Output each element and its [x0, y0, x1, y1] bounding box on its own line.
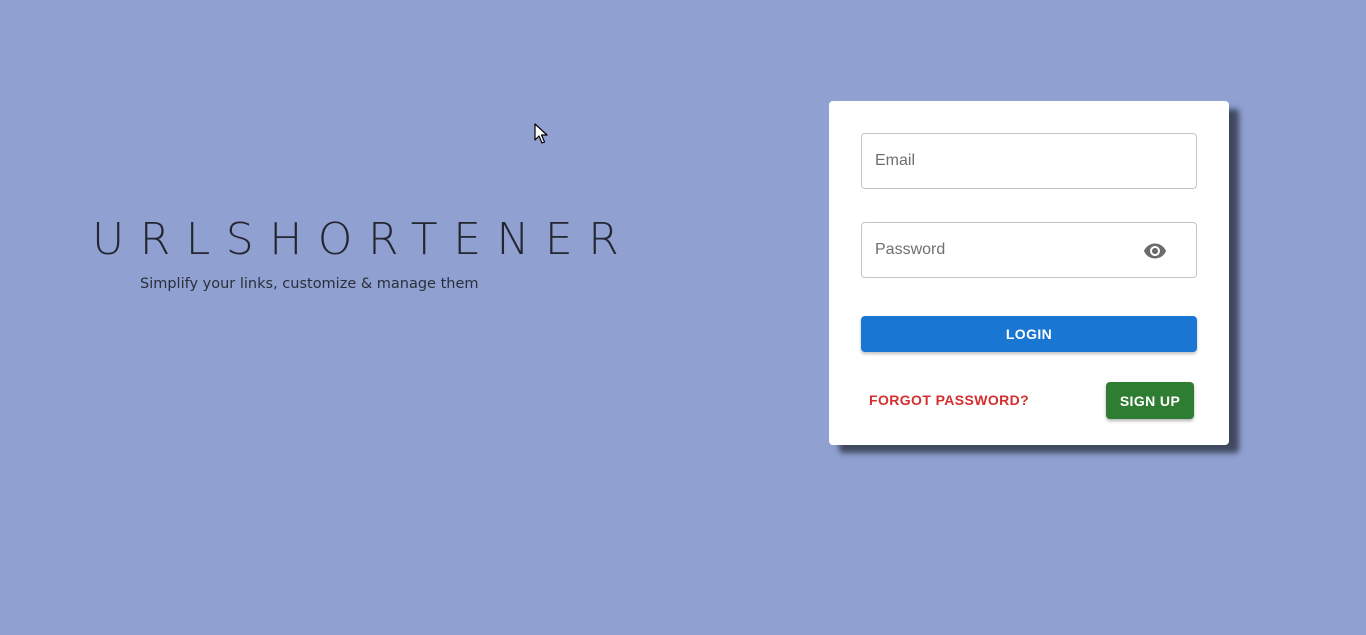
- email-field[interactable]: [861, 133, 1197, 189]
- brand-section: URLSHORTENER Simplify your links, custom…: [92, 210, 635, 292]
- login-page: URLSHORTENER Simplify your links, custom…: [0, 0, 1366, 635]
- password-input[interactable]: [862, 223, 1145, 277]
- brand-title: URLSHORTENER: [92, 214, 635, 265]
- mouse-cursor-icon: [534, 123, 548, 150]
- email-input[interactable]: [862, 134, 1145, 188]
- eye-icon[interactable]: [1142, 239, 1168, 263]
- sign-up-button[interactable]: SIGN UP: [1106, 382, 1194, 419]
- login-card: LOGIN FORGOT PASSWORD? SIGN UP: [829, 101, 1229, 445]
- password-field[interactable]: [861, 222, 1197, 278]
- login-button[interactable]: LOGIN: [861, 316, 1197, 352]
- forgot-password-button[interactable]: FORGOT PASSWORD?: [861, 382, 1037, 418]
- brand-tagline: Simplify your links, customize & manage …: [140, 276, 479, 292]
